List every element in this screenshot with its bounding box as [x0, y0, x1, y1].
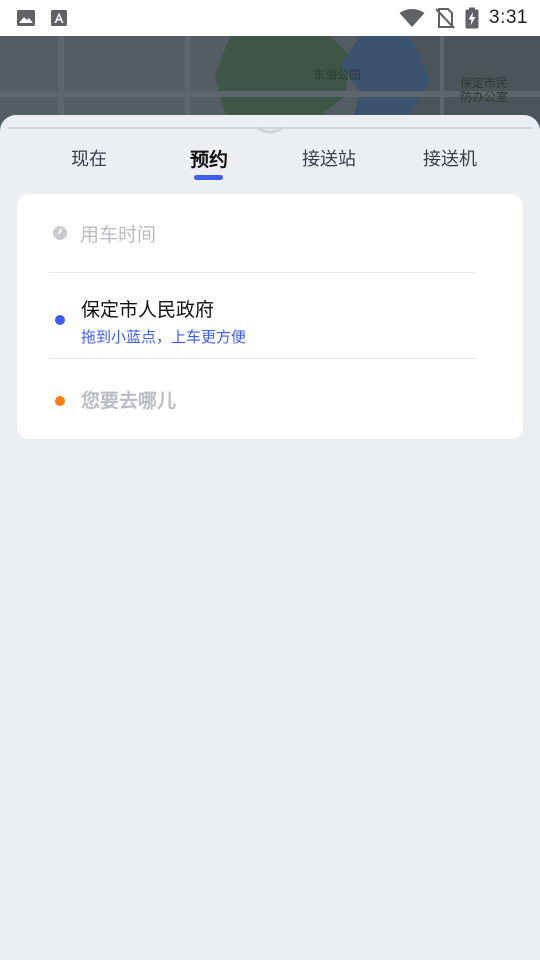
destination-placeholder: 您要去哪儿: [81, 390, 177, 412]
bottom-sheet: 现在 预约 接送站 接送机 用车时间 保定市人民政府 拖到小蓝点，上车更方便 您…: [0, 115, 540, 960]
ride-time-picker[interactable]: 用车时间: [17, 194, 523, 272]
battery-charging-icon: [465, 7, 479, 29]
origin-field[interactable]: 保定市人民政府 拖到小蓝点，上车更方便: [17, 274, 523, 358]
no-sim-icon: [435, 7, 455, 29]
clock-icon: [53, 226, 67, 240]
map-label-office: 保定市民 防办公室: [460, 76, 508, 104]
ride-type-tabs: 现在 预约 接送站 接送机: [0, 145, 540, 185]
status-bar-right: 3:31: [399, 7, 528, 29]
origin-dot-icon: [55, 315, 65, 325]
map-label-office-line2: 防办公室: [460, 90, 509, 104]
origin-location: 保定市人民政府: [81, 299, 215, 321]
ride-time-placeholder: 用车时间: [80, 224, 157, 246]
divider: [49, 272, 477, 273]
destination-field[interactable]: 您要去哪儿: [17, 360, 523, 439]
origin-hint: 拖到小蓝点，上车更方便: [81, 328, 247, 346]
divider: [49, 358, 477, 359]
status-bar-left: [16, 9, 68, 27]
tab-station-transfer[interactable]: 接送站: [269, 145, 389, 171]
tab-now[interactable]: 现在: [29, 145, 149, 171]
map-label-office-line1: 保定市民: [460, 76, 509, 90]
tab-reserve[interactable]: 预约: [149, 145, 269, 172]
sheet-handle-icon[interactable]: [256, 120, 284, 134]
tab-airport-transfer[interactable]: 接送机: [390, 145, 510, 171]
text-a-icon: [50, 9, 68, 27]
wifi-icon: [399, 8, 425, 28]
image-icon: [16, 9, 36, 27]
destination-dot-icon: [55, 396, 65, 406]
status-time: 3:31: [489, 7, 528, 28]
map-label-park: 东湖公园: [313, 68, 362, 82]
active-tab-indicator: [194, 175, 223, 180]
status-bar: 3:31: [0, 0, 540, 36]
booking-card: 用车时间 保定市人民政府 拖到小蓝点，上车更方便 您要去哪儿: [17, 194, 523, 439]
